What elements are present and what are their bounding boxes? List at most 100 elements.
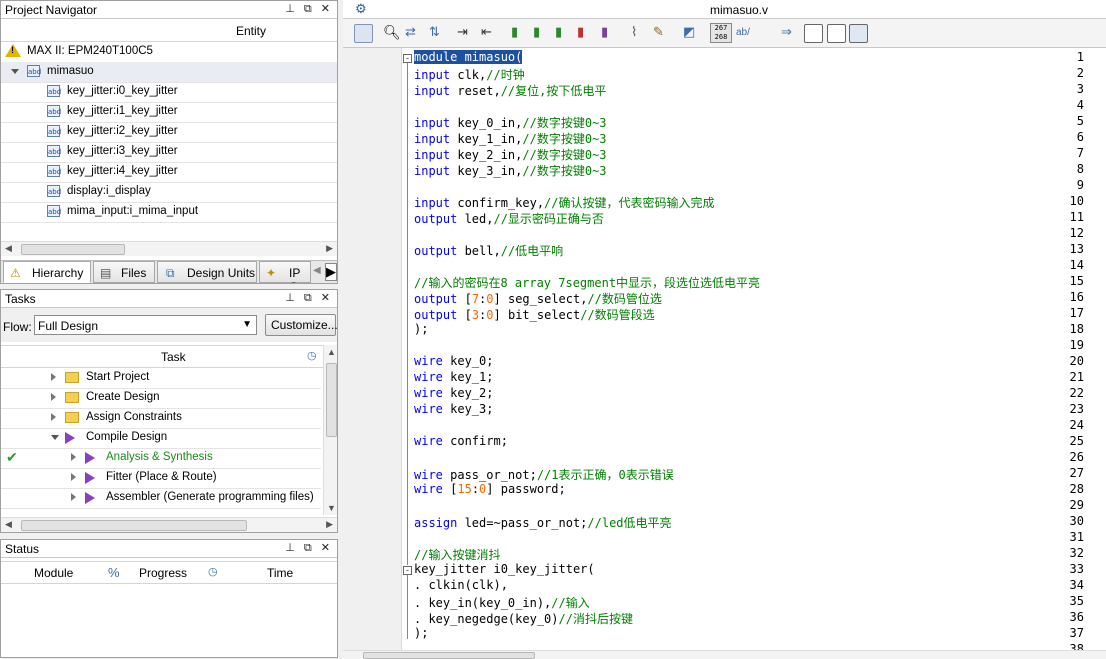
- code-line[interactable]: input confirm_key,//确认按键，代表密码输入完成: [414, 194, 715, 211]
- code-line[interactable]: wire pass_or_not;//1表示正确，0表示错误: [414, 466, 674, 483]
- code-line[interactable]: assign led=~pass_or_not;//led低电平亮: [414, 514, 672, 531]
- code-line[interactable]: wire [15:0] password;: [414, 482, 566, 496]
- progress-column-label[interactable]: Progress: [139, 566, 187, 580]
- code-line[interactable]: output [7:0] seg_select,//数码管位选: [414, 290, 662, 307]
- percent-column-label[interactable]: %: [108, 565, 120, 580]
- full-view-icon[interactable]: [849, 24, 868, 43]
- code-line[interactable]: . key_in(key_0_in),//输入: [414, 594, 590, 611]
- expand-arrow-icon[interactable]: [11, 69, 19, 74]
- prev-bookmark-icon[interactable]: ▮: [555, 24, 572, 41]
- tab-design-units[interactable]: ⧉ Design Units: [157, 261, 257, 283]
- code-line[interactable]: module mimasuo(: [414, 50, 523, 64]
- time-column-label[interactable]: Time: [267, 566, 293, 580]
- code-line[interactable]: input key_1_in,//数字按键0~3: [414, 130, 607, 147]
- collapse-arrow-icon[interactable]: [51, 435, 59, 440]
- outdent-icon[interactable]: ⇤: [481, 24, 498, 41]
- code-line[interactable]: wire key_0;: [414, 354, 493, 368]
- entity-column-header[interactable]: Entity: [1, 20, 337, 42]
- code-line[interactable]: input key_2_in,//数字按键0~3: [414, 146, 607, 163]
- customize-button[interactable]: Customize...: [265, 314, 337, 336]
- device-row[interactable]: MAX II: EPM240T100C5: [1, 42, 337, 63]
- navigator-hscrollbar[interactable]: ◀ ▶: [1, 241, 337, 256]
- panel-window-buttons[interactable]: ⊥ ⧉ ✕: [285, 2, 333, 16]
- code-line[interactable]: //输入按键消抖: [414, 546, 500, 563]
- insert-template-icon[interactable]: [354, 24, 373, 43]
- task-row[interactable]: Start Project: [1, 368, 321, 389]
- code-area[interactable]: 1 module mimasuo(2 input clk,//时钟 3 input re…: [343, 48, 1106, 650]
- entity-row[interactable]: abd key_jitter:i2_key_jitter: [1, 122, 337, 143]
- find-icon[interactable]: 🔍︎: [383, 24, 401, 41]
- tab-hierarchy[interactable]: ⚠ Hierarchy: [3, 261, 91, 283]
- scroll-right-icon[interactable]: ▶: [326, 243, 333, 254]
- task-row[interactable]: ✔ Analysis & Synthesis: [1, 448, 321, 469]
- tasks-vscrollbar[interactable]: ▲ ▼: [323, 345, 337, 515]
- find-replace-icon[interactable]: ⇄: [405, 24, 422, 41]
- tasks-hscrollbar[interactable]: ◀ ▶: [1, 517, 337, 532]
- task-row[interactable]: Create Design: [1, 388, 321, 409]
- sort-icon[interactable]: ⇅: [429, 24, 446, 41]
- next-bookmark-icon[interactable]: ▮: [533, 24, 550, 41]
- scroll-right-icon[interactable]: ▶: [326, 519, 333, 530]
- tasks-hscroll-thumb[interactable]: [21, 520, 247, 531]
- expand-arrow-icon[interactable]: [51, 413, 56, 421]
- code-line[interactable]: );: [414, 626, 428, 640]
- expand-arrow-icon[interactable]: [51, 393, 56, 401]
- code-line[interactable]: key_jitter i0_key_jitter(: [414, 562, 595, 576]
- task-row[interactable]: Compile Design: [1, 428, 321, 449]
- task-row[interactable]: Assembler (Generate programming files): [1, 488, 321, 509]
- code-line[interactable]: input clk,//时钟: [414, 66, 525, 83]
- tab-scroll-right-icon[interactable]: ▶: [325, 263, 337, 281]
- code-line[interactable]: wire key_2;: [414, 386, 493, 400]
- code-line[interactable]: input key_3_in,//数字按键0~3: [414, 162, 607, 179]
- scroll-down-icon[interactable]: ▼: [327, 503, 336, 513]
- goto-line-icon[interactable]: ⇒: [781, 24, 798, 41]
- code-line[interactable]: wire key_3;: [414, 402, 493, 416]
- tab-ip-components[interactable]: ✦ IP C: [259, 261, 311, 283]
- entity-row[interactable]: abd display:i_display: [1, 182, 337, 203]
- code-line[interactable]: input reset,//复位,按下低电平: [414, 82, 606, 99]
- expand-arrow-icon[interactable]: [51, 373, 56, 381]
- status-window-buttons[interactable]: ⊥ ⧉ ✕: [285, 541, 333, 555]
- comment-icon[interactable]: ✎: [653, 24, 670, 41]
- tasks-vscroll-thumb[interactable]: [326, 363, 337, 437]
- tasks-window-buttons[interactable]: ⊥ ⧉ ✕: [285, 291, 333, 305]
- bookmark-list-icon[interactable]: ▮: [601, 24, 618, 41]
- scroll-up-icon[interactable]: ▲: [327, 347, 336, 357]
- code-line[interactable]: );: [414, 322, 428, 336]
- code-line[interactable]: output [3:0] bit_select//数码管段选: [414, 306, 655, 323]
- indent-icon[interactable]: ⇥: [457, 24, 474, 41]
- task-row[interactable]: Assign Constraints: [1, 408, 321, 429]
- code-line[interactable]: //输入的密码在8 array 7segment中显示，段选位选低电平亮: [414, 274, 760, 291]
- line-number-badge[interactable]: 267 268: [710, 23, 732, 43]
- code-line[interactable]: wire key_1;: [414, 370, 493, 384]
- split-view-icon[interactable]: [827, 24, 846, 43]
- entity-row[interactable]: abd key_jitter:i3_key_jitter: [1, 142, 337, 163]
- module-column-label[interactable]: Module: [34, 566, 73, 580]
- entity-row[interactable]: abd key_jitter:i4_key_jitter: [1, 162, 337, 183]
- flow-select[interactable]: Full Design ▼: [34, 315, 257, 335]
- task-column-header[interactable]: Task ◷: [1, 345, 323, 368]
- entity-row[interactable]: abd mima_input:i_mima_input: [1, 202, 337, 223]
- code-line[interactable]: input key_0_in,//数字按键0~3: [414, 114, 607, 131]
- clear-bookmarks-icon[interactable]: ▮: [577, 24, 594, 41]
- task-row[interactable]: Fitter (Place & Route): [1, 468, 321, 489]
- settings-icon[interactable]: ◩: [683, 24, 700, 41]
- code-line[interactable]: output led,//显示密码正确与否: [414, 210, 604, 227]
- code-line[interactable]: wire confirm;: [414, 434, 508, 448]
- fold-toggle-icon[interactable]: -: [403, 566, 412, 575]
- expand-arrow-icon[interactable]: [71, 453, 76, 461]
- entity-row[interactable]: abd key_jitter:i1_key_jitter: [1, 102, 337, 123]
- tab-scroll-left-icon[interactable]: ◀: [313, 265, 321, 276]
- block-view-icon[interactable]: [804, 24, 823, 43]
- tab-files[interactable]: ▤ Files: [93, 261, 155, 283]
- expand-arrow-icon[interactable]: [71, 493, 76, 501]
- expand-arrow-icon[interactable]: [71, 473, 76, 481]
- fold-toggle-icon[interactable]: -: [403, 54, 412, 63]
- bookmark-icon[interactable]: ▮: [511, 24, 528, 41]
- scroll-left-icon[interactable]: ◀: [5, 519, 12, 530]
- attach-icon[interactable]: ⌇: [631, 24, 648, 41]
- code-line[interactable]: . clkin(clk),: [414, 578, 508, 592]
- word-wrap-icon[interactable]: ab/: [736, 27, 750, 38]
- top-entity-row[interactable]: abd mimasuo: [1, 62, 337, 83]
- navigator-hscroll-thumb[interactable]: [21, 244, 125, 255]
